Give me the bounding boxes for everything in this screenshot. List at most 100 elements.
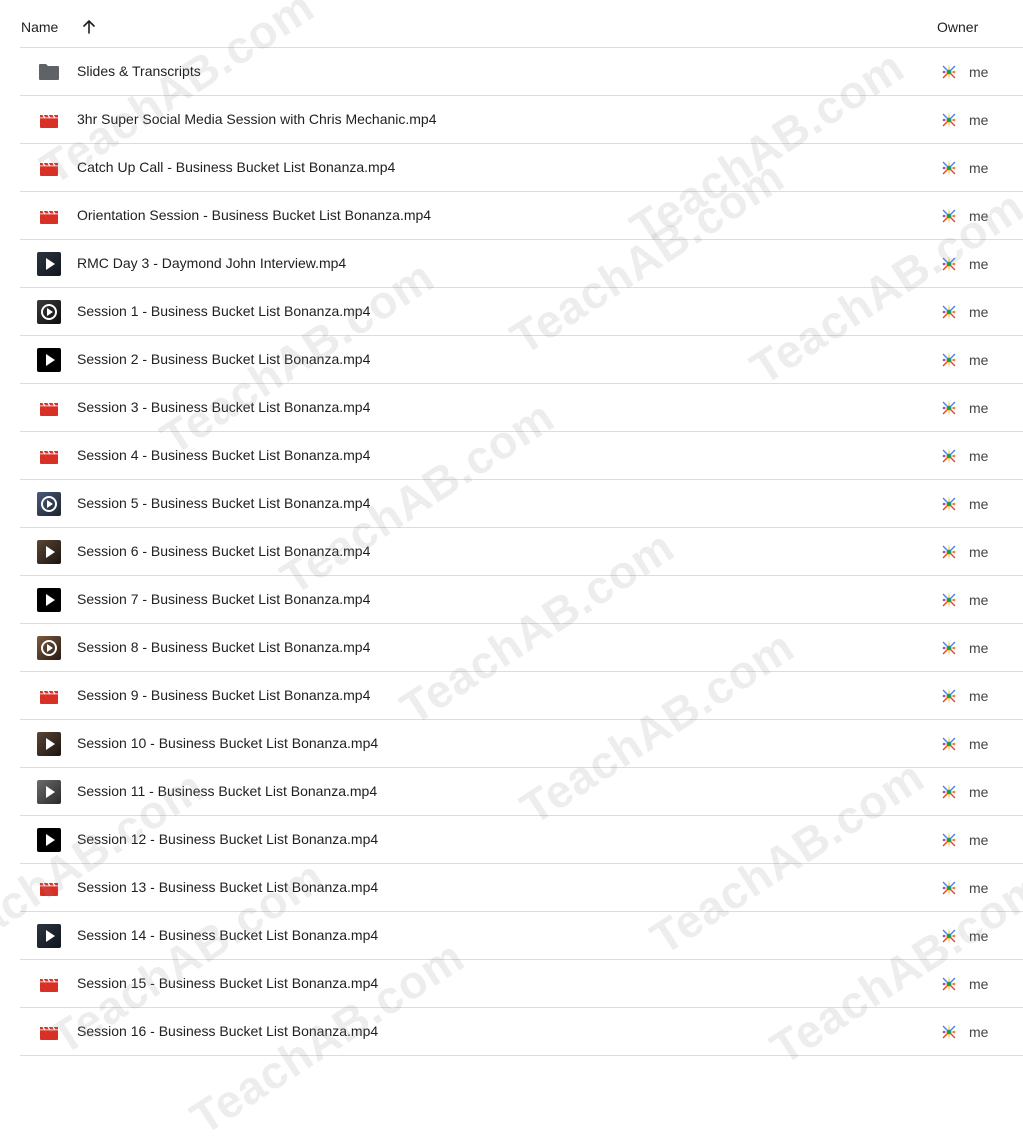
owner-name: me — [969, 640, 989, 656]
file-row[interactable]: Session 4 - Business Bucket List Bonanza… — [0, 432, 1023, 480]
owner-name: me — [969, 928, 989, 944]
folder-icon — [37, 60, 61, 84]
file-row[interactable]: 3hr Super Social Media Session with Chri… — [0, 96, 1023, 144]
owner-name: me — [969, 736, 989, 752]
file-name: Session 5 - Business Bucket List Bonanza… — [77, 495, 371, 511]
file-list-header: Name Owner — [0, 0, 1023, 48]
file-name: RMC Day 3 - Daymond John Interview.mp4 — [77, 255, 347, 271]
file-name: Session 11 - Business Bucket List Bonanz… — [77, 783, 378, 799]
video-thumbnail-icon — [37, 348, 61, 372]
owner-avatar-icon — [939, 446, 959, 466]
file-row[interactable]: Session 2 - Business Bucket List Bonanza… — [0, 336, 1023, 384]
owner-avatar-icon — [939, 62, 959, 82]
owner-name: me — [969, 784, 989, 800]
owner-avatar-icon — [939, 398, 959, 418]
arrow-up-icon — [83, 20, 95, 34]
video-thumbnail-icon — [37, 492, 61, 516]
owner-name: me — [969, 304, 989, 320]
video-file-icon — [37, 156, 61, 180]
file-name: Slides & Transcripts — [77, 63, 201, 79]
owner-avatar-icon — [939, 638, 959, 658]
file-name: Session 1 - Business Bucket List Bonanza… — [77, 303, 371, 319]
video-thumbnail-icon — [37, 252, 61, 276]
file-name: Session 15 - Business Bucket List Bonanz… — [77, 975, 379, 991]
video-file-icon — [37, 876, 61, 900]
video-file-icon — [37, 1020, 61, 1044]
owner-avatar-icon — [939, 350, 959, 370]
file-name: Session 10 - Business Bucket List Bonanz… — [77, 735, 379, 751]
owner-avatar-icon — [939, 926, 959, 946]
owner-avatar-icon — [939, 1022, 959, 1042]
video-file-icon — [37, 444, 61, 468]
owner-name: me — [969, 544, 989, 560]
owner-avatar-icon — [939, 494, 959, 514]
owner-name: me — [969, 112, 989, 128]
video-file-icon — [37, 972, 61, 996]
video-thumbnail-icon — [37, 924, 61, 948]
video-thumbnail-icon — [37, 732, 61, 756]
owner-name: me — [969, 880, 989, 896]
file-row[interactable]: Orientation Session - Business Bucket Li… — [0, 192, 1023, 240]
owner-name: me — [969, 496, 989, 512]
owner-name: me — [969, 976, 989, 992]
owner-name: me — [969, 352, 989, 368]
file-row[interactable]: Session 1 - Business Bucket List Bonanza… — [0, 288, 1023, 336]
file-row[interactable]: Session 3 - Business Bucket List Bonanza… — [0, 384, 1023, 432]
file-name: Session 7 - Business Bucket List Bonanza… — [77, 591, 371, 607]
video-file-icon — [37, 108, 61, 132]
file-name: Session 6 - Business Bucket List Bonanza… — [77, 543, 371, 559]
owner-avatar-icon — [939, 206, 959, 226]
file-name: 3hr Super Social Media Session with Chri… — [77, 111, 437, 127]
file-row[interactable]: Session 10 - Business Bucket List Bonanz… — [0, 720, 1023, 768]
owner-avatar-icon — [939, 686, 959, 706]
sort-ascending-button[interactable] — [80, 18, 98, 36]
owner-name: me — [969, 592, 989, 608]
owner-avatar-icon — [939, 302, 959, 322]
file-row[interactable]: Catch Up Call - Business Bucket List Bon… — [0, 144, 1023, 192]
video-thumbnail-icon — [37, 588, 61, 612]
file-row[interactable]: Slides & Transcripts me — [0, 48, 1023, 96]
video-thumbnail-icon — [37, 780, 61, 804]
owner-avatar-icon — [939, 878, 959, 898]
video-file-icon — [37, 396, 61, 420]
file-list: Slides & Transcripts me 3hr Super Social M… — [0, 48, 1023, 1056]
owner-avatar-icon — [939, 158, 959, 178]
owner-name: me — [969, 1024, 989, 1040]
file-row[interactable]: Session 11 - Business Bucket List Bonanz… — [0, 768, 1023, 816]
owner-name: me — [969, 160, 989, 176]
file-row[interactable]: Session 16 - Business Bucket List Bonanz… — [0, 1008, 1023, 1056]
file-name: Session 2 - Business Bucket List Bonanza… — [77, 351, 371, 367]
file-row[interactable]: Session 9 - Business Bucket List Bonanza… — [0, 672, 1023, 720]
owner-avatar-icon — [939, 590, 959, 610]
owner-avatar-icon — [939, 974, 959, 994]
file-row[interactable]: Session 12 - Business Bucket List Bonanz… — [0, 816, 1023, 864]
owner-avatar-icon — [939, 254, 959, 274]
owner-name: me — [969, 448, 989, 464]
file-row[interactable]: Session 6 - Business Bucket List Bonanza… — [0, 528, 1023, 576]
owner-avatar-icon — [939, 542, 959, 562]
file-name: Orientation Session - Business Bucket Li… — [77, 207, 432, 223]
file-row[interactable]: Session 7 - Business Bucket List Bonanza… — [0, 576, 1023, 624]
owner-name: me — [969, 832, 989, 848]
owner-avatar-icon — [939, 782, 959, 802]
owner-name: me — [969, 400, 989, 416]
owner-avatar-icon — [939, 110, 959, 130]
owner-avatar-icon — [939, 734, 959, 754]
file-name: Session 16 - Business Bucket List Bonanz… — [77, 1023, 379, 1039]
file-name: Session 3 - Business Bucket List Bonanza… — [77, 399, 371, 415]
file-row[interactable]: Session 5 - Business Bucket List Bonanza… — [0, 480, 1023, 528]
owner-column-header[interactable]: Owner — [937, 19, 978, 35]
name-column-header[interactable]: Name — [21, 19, 58, 35]
file-row[interactable]: RMC Day 3 - Daymond John Interview.mp4 me — [0, 240, 1023, 288]
file-row[interactable]: Session 14 - Business Bucket List Bonanz… — [0, 912, 1023, 960]
file-name: Session 4 - Business Bucket List Bonanza… — [77, 447, 371, 463]
file-name: Session 12 - Business Bucket List Bonanz… — [77, 831, 379, 847]
file-row[interactable]: Session 15 - Business Bucket List Bonanz… — [0, 960, 1023, 1008]
video-file-icon — [37, 684, 61, 708]
owner-name: me — [969, 64, 989, 80]
file-row[interactable]: Session 8 - Business Bucket List Bonanza… — [0, 624, 1023, 672]
owner-avatar-icon — [939, 830, 959, 850]
file-name: Session 13 - Business Bucket List Bonanz… — [77, 879, 379, 895]
file-row[interactable]: Session 13 - Business Bucket List Bonanz… — [0, 864, 1023, 912]
owner-name: me — [969, 208, 989, 224]
